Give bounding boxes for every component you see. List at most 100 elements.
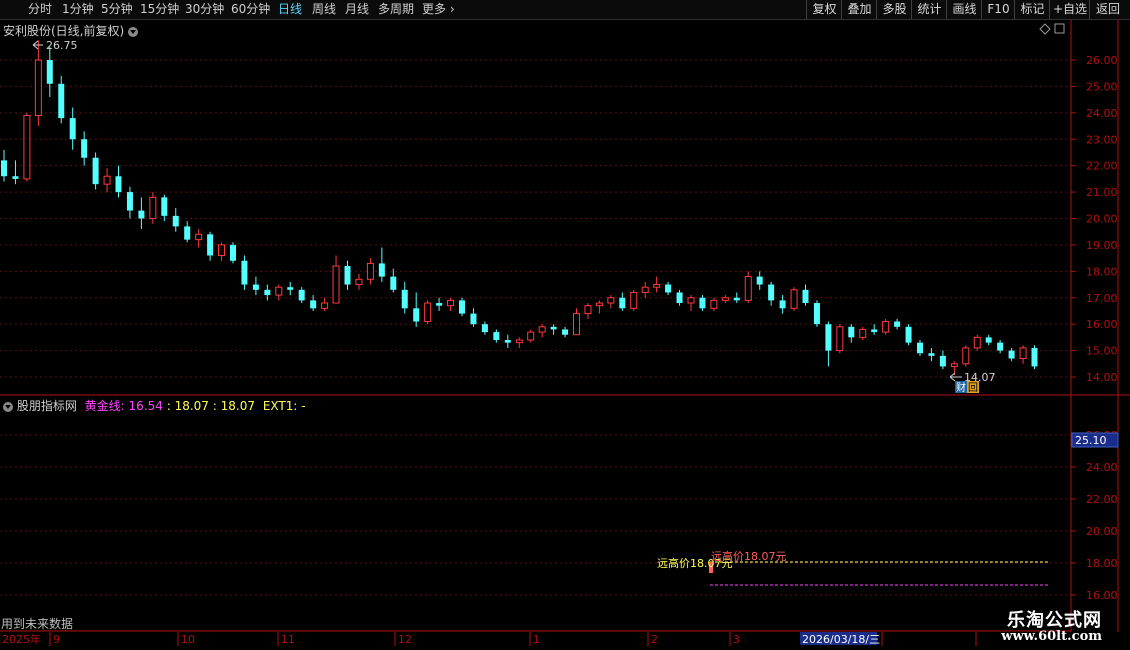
x-month-label: 9 — [53, 633, 60, 646]
candle-body-down — [1008, 350, 1015, 359]
y-tick-label: 14.00 — [1086, 371, 1118, 384]
y-tick-label: 23.00 — [1086, 133, 1118, 146]
candle-body-down — [813, 303, 820, 325]
candle-body-up — [882, 321, 890, 333]
candle-body-down — [470, 313, 477, 325]
candle-body-up — [744, 276, 752, 301]
candle-body-down — [252, 284, 259, 290]
candle-body-up — [149, 196, 157, 220]
candle-body-down — [768, 284, 775, 301]
indicator-y-axis: 24.0022.0020.0018.0016.0026.00 — [1071, 429, 1118, 602]
candle-body-down — [413, 308, 420, 322]
candle-body-down — [459, 300, 465, 314]
candle-body-down — [619, 297, 626, 309]
candle-body-down — [802, 289, 809, 304]
future-data-note: 用到未来数据 — [1, 617, 74, 631]
y-tick-label: 20.00 — [1086, 213, 1118, 226]
y-tick-label: 19.00 — [1086, 239, 1118, 252]
label-far-high-right: 远高价18.07元 — [711, 549, 787, 563]
candle-body-down — [917, 342, 923, 354]
y-tick-label: 24.00 — [1086, 107, 1118, 120]
cursor-date: 2026/03/18/三 — [802, 633, 880, 646]
candle-body-up — [321, 302, 329, 309]
candle-body-up — [962, 347, 970, 365]
candle-body-down — [161, 197, 168, 216]
candle-body-down — [699, 297, 706, 309]
maximize-icon[interactable] — [1054, 23, 1065, 34]
candle-body-up — [710, 299, 718, 309]
candle-body-up — [1019, 347, 1027, 360]
candle-body-down — [871, 329, 878, 333]
candle-body-down — [997, 342, 1004, 351]
y-tick-label: 22.00 — [1086, 160, 1118, 173]
indicator-tick-label: 24.00 — [1086, 461, 1118, 474]
candle-body-up — [630, 291, 638, 309]
candle-body-down — [665, 284, 672, 293]
kline-chart[interactable]: 26.00 25.00 24.00 23.00 22.00 21.00 20.00 19.00… — [0, 0, 1130, 650]
candle-body-down — [493, 332, 500, 341]
candle-body-up — [355, 278, 363, 286]
candle-body-down — [562, 329, 569, 335]
candle-body-up — [275, 286, 283, 296]
candle-body-down — [69, 118, 76, 140]
candle-body-up — [218, 244, 226, 256]
candle-body-up — [973, 336, 981, 349]
candle-body-down — [928, 353, 935, 356]
candle-body-down — [184, 226, 191, 240]
candle-body-up — [447, 299, 455, 307]
y-tick-label: 16.00 — [1086, 318, 1118, 331]
candle-body-down — [92, 157, 99, 185]
candle-body-down — [905, 326, 912, 343]
candle-body-down — [733, 297, 740, 301]
hui-badge: 回 — [968, 382, 978, 394]
candle-body-up — [641, 286, 649, 293]
candle-body-down — [344, 266, 351, 285]
candle-body-down — [264, 289, 271, 296]
candle-body-down — [756, 276, 763, 285]
candle-body-down — [310, 300, 317, 309]
candle-body-up — [103, 175, 111, 185]
candle-body-up — [790, 289, 798, 309]
indicator-tick-label: 22.00 — [1086, 493, 1118, 506]
candle-body-down — [81, 139, 88, 158]
candle-body-down — [298, 289, 305, 301]
watermark-url: www.60lt.com — [1001, 629, 1102, 644]
candle-body-down — [676, 292, 683, 304]
candle-body-down — [207, 234, 214, 256]
candle-body-down — [1, 160, 7, 177]
candle-body-down — [1031, 347, 1038, 367]
candle-body-down — [401, 289, 408, 309]
candle-body-down — [939, 355, 946, 367]
indicator-tick-label: 16.00 — [1086, 589, 1118, 602]
candle-body-down — [378, 263, 385, 277]
indicator-name[interactable]: 股朋指标网 — [17, 399, 77, 413]
candle-body-down — [390, 276, 397, 290]
current-value: 25.10 — [1075, 434, 1107, 447]
candle-body-up — [424, 302, 432, 323]
indicator-dropdown-icon[interactable] — [3, 401, 13, 412]
indicator-tick-label: 18.00 — [1086, 557, 1118, 570]
candle-body-up — [195, 233, 203, 241]
diamond-icon[interactable] — [1039, 23, 1051, 35]
high-label: 26.75 — [46, 39, 78, 52]
candle-body-up — [527, 331, 535, 341]
cai-badge: 财 — [956, 381, 966, 394]
indicator-ext: EXT1: - — [262, 399, 306, 413]
candle-body-down — [825, 324, 832, 351]
candle-body-down — [46, 60, 53, 84]
stock-title: 安利股份(日线,前复权) — [3, 22, 139, 39]
candle-body-up — [332, 265, 340, 304]
candle-body-down — [481, 324, 488, 333]
candle-body-down — [894, 321, 901, 327]
candle-body-down — [12, 176, 19, 179]
candle-body-down — [985, 337, 992, 343]
indicator-value-2: : 18.07 — [166, 399, 209, 413]
x-month-label: 1 — [533, 633, 540, 646]
candle-body-down — [779, 300, 786, 309]
indicator-line-name: 黄金线: — [84, 399, 125, 413]
title-dropdown-icon[interactable] — [128, 26, 139, 37]
y-tick-label: 21.00 — [1086, 186, 1118, 199]
indicator-value-3: : 18.07 — [212, 399, 255, 413]
candle-body-up — [515, 339, 523, 344]
candle-body-down — [172, 215, 179, 227]
